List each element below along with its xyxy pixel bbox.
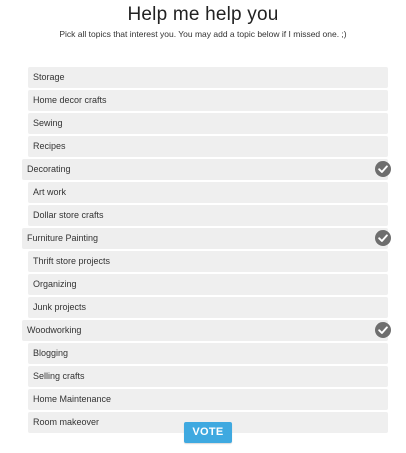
topic-label: Art work bbox=[33, 187, 67, 197]
topic-label: Recipes bbox=[33, 141, 66, 151]
poll-title: Help me help you bbox=[127, 4, 279, 25]
topic-option-dollar-store-crafts[interactable]: Dollar store crafts bbox=[28, 205, 388, 226]
topic-option-thrift-store-projects[interactable]: Thrift store projects bbox=[28, 251, 388, 272]
topic-label: Blogging bbox=[33, 348, 69, 358]
topic-label: Junk projects bbox=[33, 302, 87, 312]
topic-label: Selling crafts bbox=[33, 371, 85, 381]
topic-label: Dollar store crafts bbox=[33, 210, 104, 220]
poll-instructions: Pick all topics that interest you. You m… bbox=[59, 29, 347, 39]
topic-label: Home decor crafts bbox=[33, 95, 107, 105]
topic-option-blogging[interactable]: Blogging bbox=[28, 343, 388, 364]
topic-option-woodworking[interactable]: Woodworking bbox=[22, 320, 391, 341]
topic-label: Thrift store projects bbox=[33, 256, 111, 266]
topic-option-organizing[interactable]: Organizing bbox=[28, 274, 388, 295]
topic-option-art-work[interactable]: Art work bbox=[28, 182, 388, 203]
topic-label: Storage bbox=[33, 72, 65, 82]
topic-label: Room makeover bbox=[33, 417, 100, 427]
topic-option-recipes[interactable]: Recipes bbox=[28, 136, 388, 157]
vote-button[interactable]: VOTE bbox=[184, 422, 232, 443]
topic-label: Organizing bbox=[33, 279, 77, 289]
check-circle-icon bbox=[375, 230, 391, 246]
topic-option-decorating[interactable]: Decorating bbox=[22, 159, 391, 180]
topic-label: Furniture Painting bbox=[27, 233, 99, 243]
topic-option-furniture-painting[interactable]: Furniture Painting bbox=[22, 228, 391, 249]
topic-option-home-decor-crafts[interactable]: Home decor crafts bbox=[28, 90, 388, 111]
topic-label: Decorating bbox=[27, 164, 71, 174]
check-circle-icon bbox=[375, 161, 391, 177]
topic-label: Woodworking bbox=[27, 325, 82, 335]
topic-option-storage[interactable]: Storage bbox=[28, 67, 388, 88]
topic-option-selling-crafts[interactable]: Selling crafts bbox=[28, 366, 388, 387]
check-circle-icon bbox=[375, 322, 391, 338]
topic-option-junk-projects[interactable]: Junk projects bbox=[28, 297, 388, 318]
topic-option-sewing[interactable]: Sewing bbox=[28, 113, 388, 134]
topic-option-home-maintenance[interactable]: Home Maintenance bbox=[28, 389, 388, 410]
topic-label: Sewing bbox=[33, 118, 63, 128]
topic-label: Home Maintenance bbox=[33, 394, 112, 404]
